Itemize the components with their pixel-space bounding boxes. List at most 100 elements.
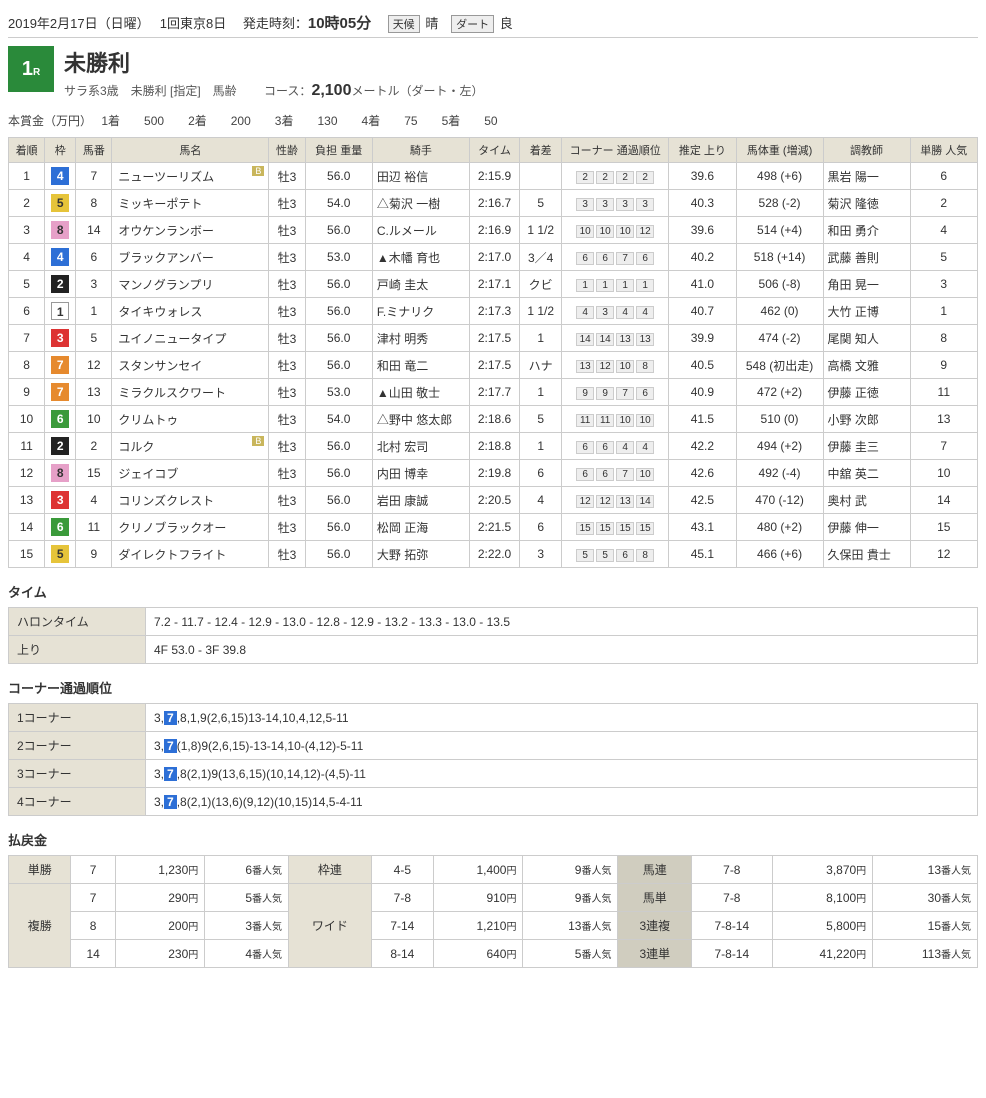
cell-jockey[interactable]: 松岡 正海 bbox=[372, 514, 469, 541]
col-margin: 着差 bbox=[520, 138, 562, 163]
payout-umaren-label: 馬連 bbox=[618, 856, 692, 884]
cell-pop: 11 bbox=[910, 379, 977, 406]
cell-waku: 4 bbox=[45, 244, 76, 271]
payout-wide-label: ワイド bbox=[289, 884, 372, 968]
cell-name[interactable]: クリムトゥ bbox=[112, 406, 269, 433]
cell-rank: 7 bbox=[9, 325, 45, 352]
time-table: ハロンタイム7.2 - 11.7 - 12.4 - 12.9 - 13.0 - … bbox=[8, 607, 978, 664]
cell-jockey[interactable]: 津村 明秀 bbox=[372, 325, 469, 352]
cell-name[interactable]: ダイレクトフライト bbox=[112, 541, 269, 568]
cell-pop: 14 bbox=[910, 487, 977, 514]
cell-corner: 11111010 bbox=[562, 406, 669, 433]
cell-trainer[interactable]: 和田 勇介 bbox=[823, 217, 910, 244]
cell-jockey[interactable]: △野中 悠太郎 bbox=[372, 406, 469, 433]
cell-sexage: 牡3 bbox=[269, 298, 305, 325]
cell-name[interactable]: コリンズクレスト bbox=[112, 487, 269, 514]
cell-jockey[interactable]: 和田 竜二 bbox=[372, 352, 469, 379]
cell-waku: 4 bbox=[45, 163, 76, 190]
cell-trainer[interactable]: 小野 次郎 bbox=[823, 406, 910, 433]
payout-rentan-label: 3連単 bbox=[618, 940, 692, 968]
table-row: 13 3 4 コリンズクレスト 牡3 56.0 岩田 康誠 2:20.5 4 1… bbox=[9, 487, 978, 514]
cell-trainer[interactable]: 伊藤 正徳 bbox=[823, 379, 910, 406]
corner-label: 3コーナー bbox=[9, 760, 146, 788]
cell-jockey[interactable]: 北村 宏司 bbox=[372, 433, 469, 460]
cell-bweight: 506 (-8) bbox=[736, 271, 823, 298]
payout-section-title: 払戻金 bbox=[8, 830, 978, 849]
payout-tansho-label: 単勝 bbox=[9, 856, 71, 884]
cell-weight: 56.0 bbox=[305, 217, 372, 244]
cell-corner: 1312108 bbox=[562, 352, 669, 379]
cell-pop: 9 bbox=[910, 352, 977, 379]
cell-name[interactable]: スタンサンセイ bbox=[112, 352, 269, 379]
cell-name[interactable]: ジェイコブ bbox=[112, 460, 269, 487]
renpuku-yen: 5,800円 bbox=[772, 912, 873, 940]
cell-jockey[interactable]: 大野 拓弥 bbox=[372, 541, 469, 568]
cell-jockey[interactable]: ▲山田 敬士 bbox=[372, 379, 469, 406]
cell-name[interactable]: ニューツーリズムB bbox=[112, 163, 269, 190]
cell-rank: 11 bbox=[9, 433, 45, 460]
cell-bweight: 518 (+14) bbox=[736, 244, 823, 271]
cell-bweight: 466 (+6) bbox=[736, 541, 823, 568]
cell-trainer[interactable]: 黒岩 陽一 bbox=[823, 163, 910, 190]
cell-bweight: 498 (+6) bbox=[736, 163, 823, 190]
cell-sexage: 牡3 bbox=[269, 244, 305, 271]
cell-num: 2 bbox=[76, 433, 112, 460]
cell-last: 40.5 bbox=[669, 352, 736, 379]
cell-trainer[interactable]: 高橋 文雅 bbox=[823, 352, 910, 379]
cell-weight: 54.0 bbox=[305, 190, 372, 217]
cell-margin: 1 bbox=[520, 325, 562, 352]
cell-jockey[interactable]: F.ミナリク bbox=[372, 298, 469, 325]
cell-last: 40.7 bbox=[669, 298, 736, 325]
corner-label: 2コーナー bbox=[9, 732, 146, 760]
race-title: 未勝利 bbox=[64, 46, 484, 78]
cell-time: 2:17.3 bbox=[469, 298, 519, 325]
cell-trainer[interactable]: 伊藤 伸一 bbox=[823, 514, 910, 541]
cell-waku: 6 bbox=[45, 514, 76, 541]
cell-trainer[interactable]: 中舘 英二 bbox=[823, 460, 910, 487]
cell-margin: 3 bbox=[520, 541, 562, 568]
wakuren-pop: 9番人気 bbox=[523, 856, 618, 884]
cell-jockey[interactable]: 田辺 裕信 bbox=[372, 163, 469, 190]
cell-margin: 5 bbox=[520, 406, 562, 433]
cell-jockey[interactable]: 内田 博幸 bbox=[372, 460, 469, 487]
cell-jockey[interactable]: ▲木幡 育也 bbox=[372, 244, 469, 271]
col-pop: 単勝 人気 bbox=[910, 138, 977, 163]
cell-trainer[interactable]: 久保田 貴士 bbox=[823, 541, 910, 568]
cell-trainer[interactable]: 武藤 善則 bbox=[823, 244, 910, 271]
umatan-pop: 30番人気 bbox=[873, 884, 978, 912]
umatan-combo: 7-8 bbox=[692, 884, 772, 912]
cell-trainer[interactable]: 大竹 正博 bbox=[823, 298, 910, 325]
cell-name[interactable]: マンノグランプリ bbox=[112, 271, 269, 298]
cell-name[interactable]: ブラックアンバー bbox=[112, 244, 269, 271]
cell-trainer[interactable]: 奥村 武 bbox=[823, 487, 910, 514]
agari-label: 上り bbox=[9, 636, 146, 664]
corner-row: 4コーナー 3,7,8(2,1)(13,6)(9,12)(10,15)14,5-… bbox=[9, 788, 978, 816]
cell-jockey[interactable]: 岩田 康誠 bbox=[372, 487, 469, 514]
cell-name[interactable]: ミラクルスクワート bbox=[112, 379, 269, 406]
fukusho-num: 14 bbox=[71, 940, 115, 968]
cell-trainer[interactable]: 角田 晃一 bbox=[823, 271, 910, 298]
cell-time: 2:22.0 bbox=[469, 541, 519, 568]
cell-weight: 56.0 bbox=[305, 460, 372, 487]
cell-jockey[interactable]: C.ルメール bbox=[372, 217, 469, 244]
cell-jockey[interactable]: 戸崎 圭太 bbox=[372, 271, 469, 298]
cell-name[interactable]: コルクB bbox=[112, 433, 269, 460]
cell-corner: 9976 bbox=[562, 379, 669, 406]
cell-name[interactable]: ミッキーポテト bbox=[112, 190, 269, 217]
cell-weight: 53.0 bbox=[305, 379, 372, 406]
table-row: 10 6 10 クリムトゥ 牡3 54.0 △野中 悠太郎 2:18.6 5 1… bbox=[9, 406, 978, 433]
cell-jockey[interactable]: △菊沢 一樹 bbox=[372, 190, 469, 217]
payout-fukusho-label: 複勝 bbox=[9, 884, 71, 968]
cell-corner: 6644 bbox=[562, 433, 669, 460]
cell-last: 42.2 bbox=[669, 433, 736, 460]
cell-trainer[interactable]: 伊藤 圭三 bbox=[823, 433, 910, 460]
cell-rank: 1 bbox=[9, 163, 45, 190]
cell-trainer[interactable]: 尾関 知人 bbox=[823, 325, 910, 352]
table-row: 5 2 3 マンノグランプリ 牡3 56.0 戸崎 圭太 2:17.1 クビ 1… bbox=[9, 271, 978, 298]
time-section-title: タイム bbox=[8, 582, 978, 601]
cell-name[interactable]: ユイノニュータイプ bbox=[112, 325, 269, 352]
cell-name[interactable]: タイキウォレス bbox=[112, 298, 269, 325]
cell-name[interactable]: クリノブラックオー bbox=[112, 514, 269, 541]
cell-trainer[interactable]: 菊沢 隆徳 bbox=[823, 190, 910, 217]
cell-name[interactable]: オウケンランボー bbox=[112, 217, 269, 244]
